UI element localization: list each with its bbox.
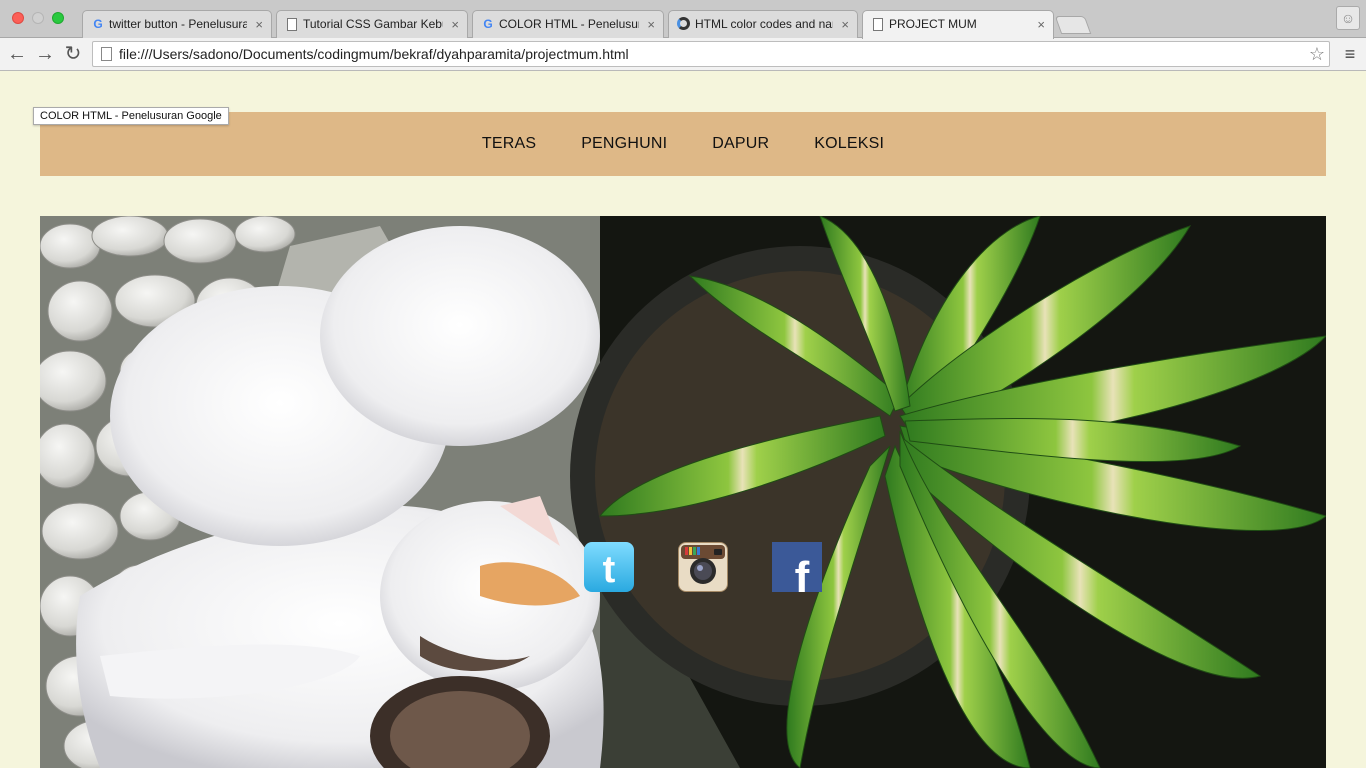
close-icon[interactable]: × <box>451 11 459 38</box>
close-icon[interactable]: × <box>647 11 655 38</box>
tab-color-html[interactable]: G COLOR HTML - Penelusuran Google × <box>472 10 664 38</box>
tab-title: COLOR HTML - Penelusuran Google <box>499 17 639 31</box>
close-window-button[interactable] <box>12 12 24 24</box>
back-arrow-icon[interactable]: ← <box>6 42 28 66</box>
minimize-window-button[interactable] <box>32 12 44 24</box>
google-icon: G <box>93 17 103 31</box>
browser-toolbar: ← → ↻ file:///Users/sadono/Documents/cod… <box>0 38 1366 71</box>
tab-project-mum[interactable]: PROJECT MUM × <box>862 10 1054 39</box>
nav-link-penghuni[interactable]: PENGHUNI <box>581 135 667 153</box>
close-icon[interactable]: × <box>1037 11 1045 38</box>
facebook-icon[interactable]: f <box>772 542 822 592</box>
twitter-letter: t <box>603 549 616 591</box>
forward-arrow-icon[interactable]: → <box>34 42 56 66</box>
tab-tooltip: COLOR HTML - Penelusuran Google <box>33 107 229 125</box>
page-body: COLOR HTML - Penelusuran Google TERAS PE… <box>0 72 1366 768</box>
hero-photo: t f <box>40 216 1326 768</box>
facebook-letter: f <box>795 553 810 592</box>
loading-icon <box>677 17 690 30</box>
nav-link-koleksi[interactable]: KOLEKSI <box>814 135 884 153</box>
site-navbar: TERAS PENGHUNI DAPUR KOLEKSI <box>40 112 1326 176</box>
address-bar[interactable]: file:///Users/sadono/Documents/codingmum… <box>92 41 1330 67</box>
tab-strip: G twitter button - Penelusuran Google × … <box>0 0 1366 39</box>
cat-and-plant-photo <box>40 216 1326 768</box>
close-icon[interactable]: × <box>255 11 263 38</box>
menu-icon[interactable]: ≡ <box>1342 43 1358 65</box>
nav-link-dapur[interactable]: DAPUR <box>712 135 769 153</box>
profile-icon[interactable]: ☺ <box>1336 6 1360 30</box>
google-icon: G <box>483 17 493 31</box>
tab-twitter-button[interactable]: G twitter button - Penelusuran Google × <box>82 10 272 38</box>
instagram-icon[interactable] <box>678 542 728 592</box>
url-text[interactable]: file:///Users/sadono/Documents/codingmum… <box>119 42 629 66</box>
tab-html-color-codes[interactable]: HTML color codes and names × <box>668 10 858 38</box>
document-icon <box>873 18 883 31</box>
document-icon <box>287 18 297 31</box>
nav-links: TERAS PENGHUNI DAPUR KOLEKSI <box>40 112 1326 176</box>
tab-title: Tutorial CSS Gambar Kebun <box>303 17 443 31</box>
close-icon[interactable]: × <box>841 11 849 38</box>
tab-title: twitter button - Penelusuran Google <box>109 17 247 31</box>
page-icon <box>101 47 112 61</box>
bookmark-star-icon[interactable]: ☆ <box>1309 42 1325 66</box>
new-tab-button[interactable] <box>1054 16 1092 34</box>
twitter-icon[interactable]: t <box>584 542 634 592</box>
maximize-window-button[interactable] <box>52 12 64 24</box>
tab-title: HTML color codes and names <box>695 17 833 31</box>
tab-tutorial-css[interactable]: Tutorial CSS Gambar Kebun × <box>276 10 468 38</box>
nav-link-teras[interactable]: TERAS <box>482 135 536 153</box>
reload-icon[interactable]: ↻ <box>62 42 84 66</box>
tab-title: PROJECT MUM <box>889 17 977 31</box>
